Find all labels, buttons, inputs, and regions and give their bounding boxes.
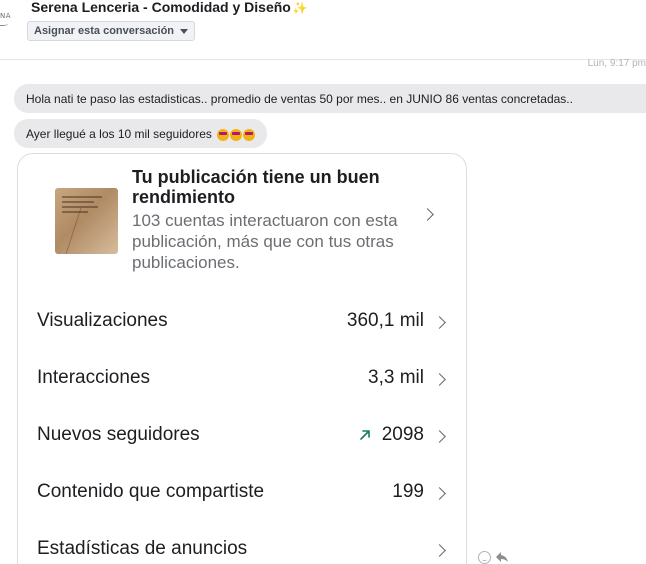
chevron-right-icon [433,544,446,557]
message-bubble[interactable]: Hola nati te paso las estadisticas.. pro… [14,84,646,113]
stat-label: Estadísticas de anuncios [37,538,248,559]
message-text: Hola nati te paso las estadisticas.. pro… [26,91,573,106]
reply-icon[interactable] [495,551,509,563]
stat-value-wrap: 3,3 mil [368,367,424,389]
assign-conversation-button[interactable]: Asignar esta conversación [27,21,196,41]
star-struck-emoji-icon [242,128,255,141]
insights-open-button[interactable] [421,208,434,221]
stat-row-contenido-compartido[interactable]: Contenido que compartiste 199 [18,471,466,511]
stat-value-wrap: 360,1 mil [347,310,424,332]
row-chevron [433,430,446,443]
insights-title: Tu publicación tiene un buen rendimiento [132,167,380,207]
stat-label: Interacciones [37,367,151,388]
stat-value: 199 [392,481,424,502]
message-actions [478,551,509,564]
insights-description: 103 cuentas interactuaron con esta publi… [132,211,398,272]
stat-value: 360,1 mil [346,310,424,331]
react-emoji-icon[interactable] [478,551,491,564]
post-insights-card: Tu publicación tiene un buen rendimiento… [17,153,467,564]
stat-row-estadisticas-anuncios[interactable]: Estadísticas de anuncios [18,528,466,564]
star-struck-emoji-group [216,128,255,141]
chevron-right-icon [421,208,434,221]
stat-row-visualizaciones[interactable]: Visualizaciones 360,1 mil [18,300,466,340]
chevron-right-icon [433,487,446,500]
message-timestamp: Lun, 9:17 pm [587,58,646,69]
stat-value-wrap: 199 [392,481,424,503]
assign-conversation-label: Asignar esta conversación [34,25,175,37]
star-struck-emoji-icon [216,128,229,141]
stat-value-wrap: 2098 [358,424,424,446]
conversation-title[interactable]: Serena Lenceria - Comodidad y Diseño ✨ [31,0,308,15]
post-thumbnail[interactable] [55,188,118,254]
sparkle-icon: ✨ [292,1,308,15]
chevron-right-icon [433,373,446,386]
stat-row-interacciones[interactable]: Interacciones 3,3 mil [18,357,466,397]
chevron-right-icon [433,430,446,443]
stat-label: Visualizaciones [37,310,168,331]
conversation-title-text: Serena Lenceria - Comodidad y Diseño [31,0,291,15]
caret-down-icon [180,28,189,34]
message-text: Ayer llegué a los 10 mil seguidores [26,126,212,141]
row-chevron [433,544,446,557]
avatar[interactable]: NA [0,3,18,29]
row-chevron [433,316,446,329]
avatar-initials: NA [0,12,12,20]
chevron-right-icon [433,316,446,329]
row-chevron [433,373,446,386]
stat-row-nuevos-seguidores[interactable]: Nuevos seguidores 2098 [18,414,466,454]
message-bubble[interactable]: Ayer llegué a los 10 mil seguidores [14,119,267,148]
row-chevron [433,487,446,500]
star-struck-emoji-icon [229,128,242,141]
conversation-header: NA Serena Lenceria - Comodidad y Diseño ✨… [0,0,646,60]
stat-label: Nuevos seguidores [37,424,200,445]
stat-label: Contenido que compartiste [37,481,265,502]
stat-value: 3,3 mil [368,367,424,388]
trend-up-icon [359,430,370,440]
avatar-logo-mark [0,22,8,26]
stat-value: 2098 [381,424,424,445]
